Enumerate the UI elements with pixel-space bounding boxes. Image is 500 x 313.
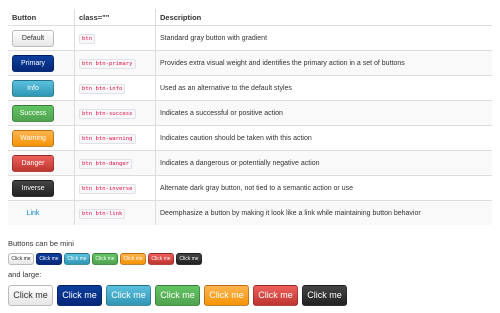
large-caption: and large:	[8, 270, 42, 279]
description-text: Indicates caution should be taken with t…	[155, 125, 492, 151]
large-buttons-row: Click me Click me Click me Click me Clic…	[8, 285, 347, 306]
primary-button[interactable]: Primary	[12, 54, 54, 72]
mini-warning-button[interactable]: Click me	[120, 253, 146, 265]
column-header-button: Button	[8, 9, 75, 26]
link-button[interactable]: Link	[12, 205, 54, 222]
description-text: Used as an alternative to the default st…	[155, 75, 492, 101]
success-button[interactable]: Success	[12, 104, 54, 122]
large-inverse-button[interactable]: Click me	[302, 285, 347, 306]
column-header-description: Description	[155, 9, 492, 26]
info-button[interactable]: Info	[12, 79, 54, 97]
mini-buttons-row: Click me Click me Click me Click me Clic…	[8, 253, 202, 265]
buttons-table: Button class="" Description Default btn …	[8, 9, 492, 225]
mini-info-button[interactable]: Click me	[64, 253, 90, 265]
class-code: btn btn-link	[79, 208, 126, 219]
mini-inverse-button[interactable]: Click me	[176, 253, 202, 265]
description-text: Alternate dark gray button, not tied to …	[155, 175, 492, 201]
table-row: Default btn Standard gray button with gr…	[8, 25, 492, 51]
mini-primary-button[interactable]: Click me	[36, 253, 62, 265]
table-row: Success btn btn-success Indicates a succ…	[8, 100, 492, 126]
class-code: btn btn-info	[79, 83, 126, 94]
class-code: btn btn-inverse	[79, 183, 136, 194]
default-button[interactable]: Default	[12, 29, 54, 47]
large-info-button[interactable]: Click me	[106, 285, 151, 306]
mini-caption: Buttons can be mini	[8, 239, 74, 248]
mini-default-button[interactable]: Click me	[8, 253, 34, 265]
description-text: Standard gray button with gradient	[155, 25, 492, 51]
description-text: Provides extra visual weight and identif…	[155, 50, 492, 76]
large-warning-button[interactable]: Click me	[204, 285, 249, 306]
danger-button[interactable]: Danger	[12, 154, 54, 172]
mini-success-button[interactable]: Click me	[92, 253, 118, 265]
class-code: btn	[79, 33, 96, 44]
class-code: btn btn-danger	[79, 158, 133, 169]
table-header-row: Button class="" Description	[8, 9, 492, 26]
table-row: Link btn btn-link Deemphasize a button b…	[8, 200, 492, 225]
column-header-class: class=""	[74, 9, 156, 26]
description-text: Indicates a dangerous or potentially neg…	[155, 150, 492, 176]
inverse-button[interactable]: Inverse	[12, 179, 54, 197]
large-danger-button[interactable]: Click me	[253, 285, 298, 306]
large-success-button[interactable]: Click me	[155, 285, 200, 306]
table-row: Inverse btn btn-inverse Alternate dark g…	[8, 175, 492, 201]
class-code: btn btn-success	[79, 108, 136, 119]
description-text: Indicates a successful or positive actio…	[155, 100, 492, 126]
table-row: Info btn btn-info Used as an alternative…	[8, 75, 492, 101]
mini-danger-button[interactable]: Click me	[148, 253, 174, 265]
large-default-button[interactable]: Click me	[8, 285, 53, 306]
warning-button[interactable]: Warning	[12, 129, 54, 147]
class-code: btn btn-warning	[79, 133, 136, 144]
table-row: Danger btn btn-danger Indicates a danger…	[8, 150, 492, 176]
table-row: Primary btn btn-primary Provides extra v…	[8, 50, 492, 76]
large-primary-button[interactable]: Click me	[57, 285, 102, 306]
table-row: Warning btn btn-warning Indicates cautio…	[8, 125, 492, 151]
description-text: Deemphasize a button by making it look l…	[155, 200, 492, 225]
class-code: btn btn-primary	[79, 58, 136, 69]
